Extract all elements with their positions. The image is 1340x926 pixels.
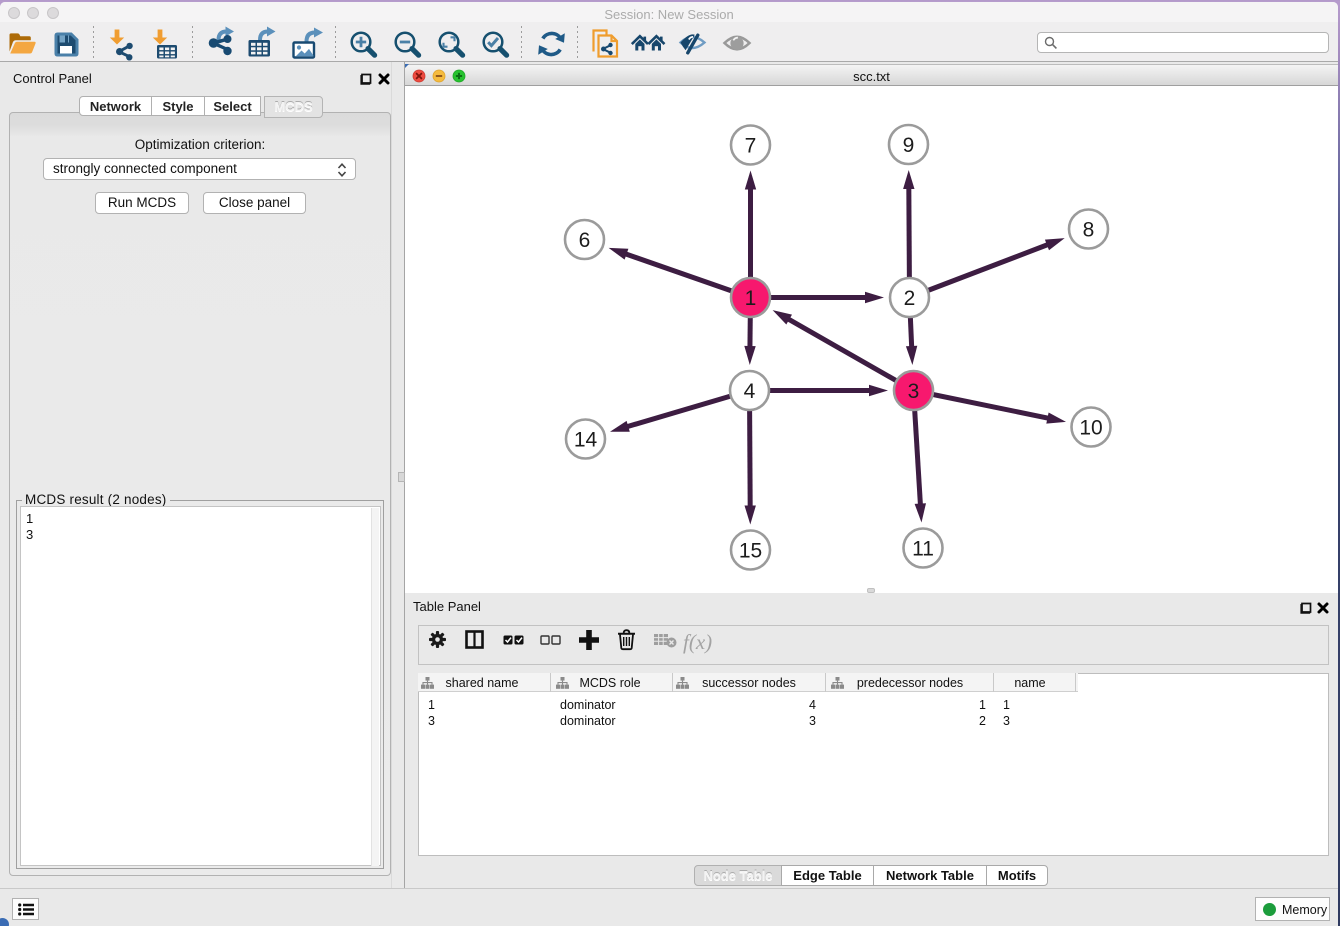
svg-text:7: 7 xyxy=(745,135,757,158)
svg-text:2: 2 xyxy=(904,287,916,310)
svg-text:6: 6 xyxy=(579,229,591,252)
svg-text:4: 4 xyxy=(744,380,756,403)
svg-text:9: 9 xyxy=(903,134,915,157)
svg-text:14: 14 xyxy=(574,429,598,452)
svg-text:8: 8 xyxy=(1083,219,1095,242)
svg-text:3: 3 xyxy=(908,380,920,403)
svg-text:15: 15 xyxy=(739,540,762,563)
svg-text:11: 11 xyxy=(912,538,934,561)
svg-text:10: 10 xyxy=(1079,417,1102,440)
svg-text:1: 1 xyxy=(745,287,757,310)
